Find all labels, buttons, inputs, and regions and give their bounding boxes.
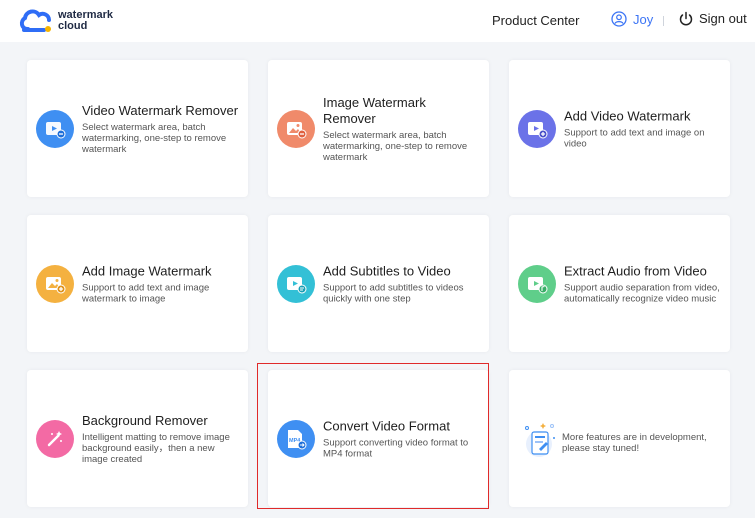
card-title: Extract Audio from Video	[564, 263, 707, 278]
card-title: Image Watermark Remover	[323, 94, 426, 126]
sign-out-label: Sign out	[699, 11, 747, 26]
card-desc: Support to add subtitles to videos quick…	[323, 282, 464, 304]
subtitle-icon	[277, 264, 315, 303]
product-center-link[interactable]: Product Center	[492, 13, 579, 28]
card-desc: Support to add text and image watermark …	[82, 282, 210, 304]
card-add-video-watermark[interactable]: Add Video Watermark Support to add text …	[509, 60, 730, 197]
sign-out-button[interactable]: Sign out	[679, 11, 747, 26]
logo[interactable]: watermark cloud	[18, 7, 113, 35]
card-desc: Select watermark area, batch watermarkin…	[323, 129, 468, 163]
card-image-watermark-remover[interactable]: Image Watermark Remover Select watermark…	[268, 60, 489, 197]
card-add-image-watermark[interactable]: Add Image Watermark Support to add text …	[27, 215, 248, 352]
cloud-logo-icon	[19, 9, 51, 32]
card-extract-audio[interactable]: Extract Audio from Video Support audio s…	[509, 215, 730, 352]
user-menu[interactable]: Joy	[611, 11, 653, 27]
card-video-watermark-remover[interactable]: Video Watermark Remover Select watermark…	[27, 60, 248, 197]
image-watermark-add-icon	[36, 264, 74, 303]
card-desc: Support audio separation from video, aut…	[564, 282, 720, 304]
card-convert-video-format[interactable]: MP4 Convert Video Format Support convert…	[268, 370, 489, 507]
card-desc: Select watermark area, batch watermarkin…	[82, 121, 227, 155]
card-title: Add Subtitles to Video	[323, 263, 451, 278]
card-desc: Intelligent matting to remove image back…	[82, 431, 230, 465]
video-watermark-add-icon	[518, 109, 556, 148]
logo-text: watermark cloud	[58, 10, 113, 32]
card-desc: Support to add text and image on video	[564, 127, 705, 149]
user-name: Joy	[633, 11, 654, 27]
logo-line2: cloud	[58, 20, 88, 32]
nav-divider	[663, 16, 664, 26]
mp4-file-icon: MP4	[277, 419, 315, 458]
top-header: watermark cloud Product Center Joy Sign …	[0, 0, 755, 42]
card-title: Video Watermark Remover	[82, 102, 239, 118]
card-title: Add Image Watermark	[82, 263, 212, 278]
card-add-subtitles[interactable]: Add Subtitles to Video Support to add su…	[268, 215, 489, 352]
card-title: Convert Video Format	[323, 418, 450, 433]
magic-wand-icon	[36, 419, 74, 458]
more-features-text: More features are in development, please…	[562, 432, 707, 454]
image-watermark-remove-icon	[277, 109, 315, 148]
video-watermark-remove-icon	[36, 109, 74, 148]
audio-extract-icon	[518, 264, 556, 303]
card-more-features: More features are in development, please…	[509, 370, 730, 507]
user-icon	[611, 11, 627, 27]
power-icon	[679, 11, 693, 26]
development-illustration-icon	[519, 418, 559, 465]
card-desc: Support converting video format to MP4 f…	[323, 437, 469, 459]
card-background-remover[interactable]: Background Remover Intelligent matting t…	[27, 370, 248, 507]
card-title: Add Video Watermark	[564, 108, 691, 123]
card-title: Background Remover	[82, 412, 208, 428]
